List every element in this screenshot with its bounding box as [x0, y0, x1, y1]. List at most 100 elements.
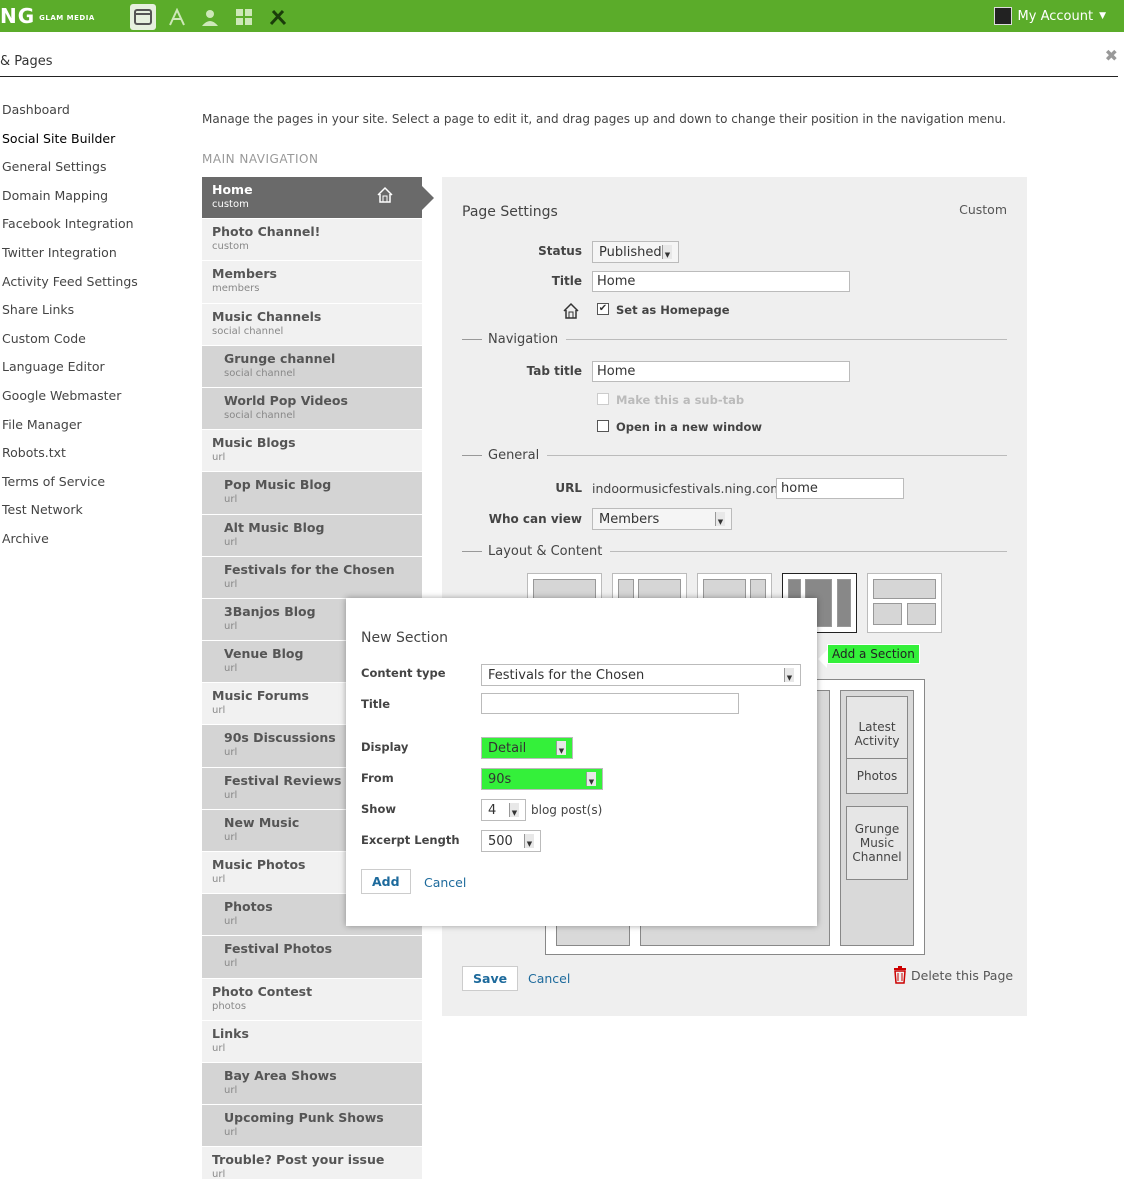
sidebar-item-share-links[interactable]: Share Links [0, 296, 192, 325]
sidebar-item-activity-feed-settings[interactable]: Activity Feed Settings [0, 268, 192, 297]
sidebar-item-domain-mapping[interactable]: Domain Mapping [0, 182, 192, 211]
page-item-name: Grunge channel [224, 350, 336, 366]
dropdown-arrow-icon: ▼ [715, 512, 725, 526]
new-window-checkbox[interactable] [597, 420, 609, 432]
page-item-type: url [224, 1084, 238, 1096]
settings-title: Page Settings [462, 204, 558, 220]
tools-icon[interactable] [265, 4, 291, 30]
caret-down-icon: ▼ [1099, 11, 1106, 21]
tab-title-label: Tab title [526, 364, 582, 378]
page-item[interactable]: Trouble? Post your issue url [202, 1147, 422, 1179]
sidebar-item-twitter-integration[interactable]: Twitter Integration [0, 239, 192, 268]
save-button[interactable]: Save [462, 966, 519, 991]
sidebar: Dashboard Social Site Builder General Sett… [0, 96, 192, 554]
logo[interactable]: NG GLAM MEDIA [0, 4, 95, 28]
sidebar-item-custom-code[interactable]: Custom Code [0, 325, 192, 354]
page-item-type: members [212, 283, 260, 295]
page-item-name: Bay Area Shows [224, 1067, 337, 1083]
page-item-name: Photo Channel! [212, 224, 321, 240]
delete-page-link[interactable]: Delete this Page [893, 966, 1013, 984]
title-label: Title [551, 274, 582, 288]
tab-title-input[interactable]: Home [592, 361, 850, 382]
cancel-link[interactable]: Cancel [528, 971, 570, 986]
section-title-input[interactable] [481, 693, 739, 714]
status-label: Status [538, 244, 582, 258]
title-input[interactable]: Home [592, 271, 850, 292]
browser-icon[interactable] [130, 4, 156, 30]
page-item-name: Festival Photos [224, 941, 333, 957]
page-item-type: social channel [224, 409, 296, 421]
selected-arrow [422, 186, 434, 210]
sidebar-item-social-site-builder[interactable]: Social Site Builder [0, 124, 192, 154]
modal-cancel-link[interactable]: Cancel [424, 875, 466, 890]
page-item-type: url [212, 1169, 226, 1179]
sidebar-item-archive[interactable]: Archive [0, 525, 192, 554]
sidebar-item-language-editor[interactable]: Language Editor [0, 353, 192, 382]
page-item[interactable]: Photo Contest photos [202, 978, 422, 1021]
show-select[interactable]: 4 ▼ [481, 799, 526, 821]
add-section-button[interactable]: Add a Section [827, 644, 920, 664]
page-item[interactable]: World Pop Videos social channel [202, 387, 422, 431]
subtab-checkbox[interactable] [597, 393, 609, 405]
page-item[interactable]: Bay Area Shows url [202, 1062, 422, 1106]
content-type-select[interactable]: Festivals for the Chosen ▼ [481, 664, 801, 686]
add-button[interactable]: Add [361, 869, 411, 894]
status-select[interactable]: Published ▼ [592, 241, 679, 263]
show-label: Show [361, 802, 396, 816]
sidebar-item-terms-of-service[interactable]: Terms of Service [0, 468, 192, 497]
page-item[interactable]: Members members [202, 261, 422, 304]
display-select[interactable]: Detail ▼ [481, 737, 573, 759]
page-item[interactable]: Grunge channel social channel [202, 345, 422, 388]
page-item[interactable]: Festivals for the Chosen url [202, 556, 422, 599]
page-item-name: Photo Contest [212, 983, 313, 999]
page-title: & Pages [0, 54, 53, 69]
sidebar-item-file-manager[interactable]: File Manager [0, 411, 192, 440]
page-item-type: url [212, 452, 226, 464]
appearance-icon[interactable] [164, 4, 190, 30]
page-item-type: social channel [212, 325, 284, 337]
my-account-menu[interactable]: My Account ▼ [993, 7, 1106, 25]
dropdown-arrow-icon: ▼ [662, 245, 672, 259]
sidebar-item-dashboard[interactable]: Dashboard [0, 96, 192, 125]
sidebar-item-facebook-integration[interactable]: Facebook Integration [0, 210, 192, 239]
widget-grunge-music-channel[interactable]: Grunge Music Channel [846, 806, 908, 880]
page-item-type: social channel [224, 367, 296, 379]
page-item-name: Festivals for the Chosen [224, 561, 395, 577]
general-heading: General [462, 448, 1007, 463]
excerpt-length-label: Excerpt Length [361, 833, 460, 847]
page-item[interactable]: Home custom [202, 177, 434, 220]
sidebar-item-test-network[interactable]: Test Network [0, 496, 192, 525]
page-item[interactable]: Music Channels social channel [202, 303, 422, 346]
page-item-name: Music Blogs [212, 435, 296, 451]
intro-text: Manage the pages in your site. Select a … [202, 112, 1006, 126]
page-item[interactable]: Pop Music Blog url [202, 472, 422, 515]
from-select[interactable]: 90s ▼ [481, 768, 603, 790]
subtab-label: Make this a sub-tab [616, 393, 745, 407]
close-icon[interactable]: ✖ [1105, 46, 1118, 65]
homepage-label: Set as Homepage [616, 303, 730, 317]
layout-option-5[interactable] [867, 573, 942, 633]
who-can-view-select[interactable]: Members ▼ [592, 508, 732, 530]
page-item[interactable]: Alt Music Blog url [202, 514, 422, 557]
grid-icon[interactable] [231, 4, 257, 30]
homepage-checkbox[interactable]: ✔ [597, 303, 609, 315]
top-bar: NG GLAM MEDIA My Account ▼ [0, 0, 1124, 32]
sidebar-item-general-settings[interactable]: General Settings [0, 153, 192, 182]
page-item[interactable]: Links url [202, 1020, 422, 1063]
members-icon[interactable] [197, 4, 223, 30]
page-item[interactable]: Festival Photos url [202, 936, 422, 979]
page-item[interactable]: Upcoming Punk Shows url [202, 1105, 422, 1148]
excerpt-length-select[interactable]: 500 ▼ [481, 830, 541, 852]
page-item[interactable]: Photo Channel! custom [202, 219, 422, 262]
sidebar-item-robots-txt[interactable]: Robots.txt [0, 439, 192, 468]
url-input[interactable]: home [776, 478, 904, 499]
page-item-type: url [224, 578, 238, 590]
page-item-name: Trouble? Post your issue [212, 1152, 385, 1168]
page-item-name: World Pop Videos [224, 392, 348, 408]
page-item-name: Links [212, 1025, 249, 1041]
page-type-label: Custom [959, 202, 1007, 217]
page-item[interactable]: Music Blogs url [202, 430, 422, 473]
sidebar-item-google-webmaster[interactable]: Google Webmaster [0, 382, 192, 411]
page-item-name: Pop Music Blog [224, 477, 332, 493]
widget-photos[interactable]: Photos [846, 758, 908, 794]
